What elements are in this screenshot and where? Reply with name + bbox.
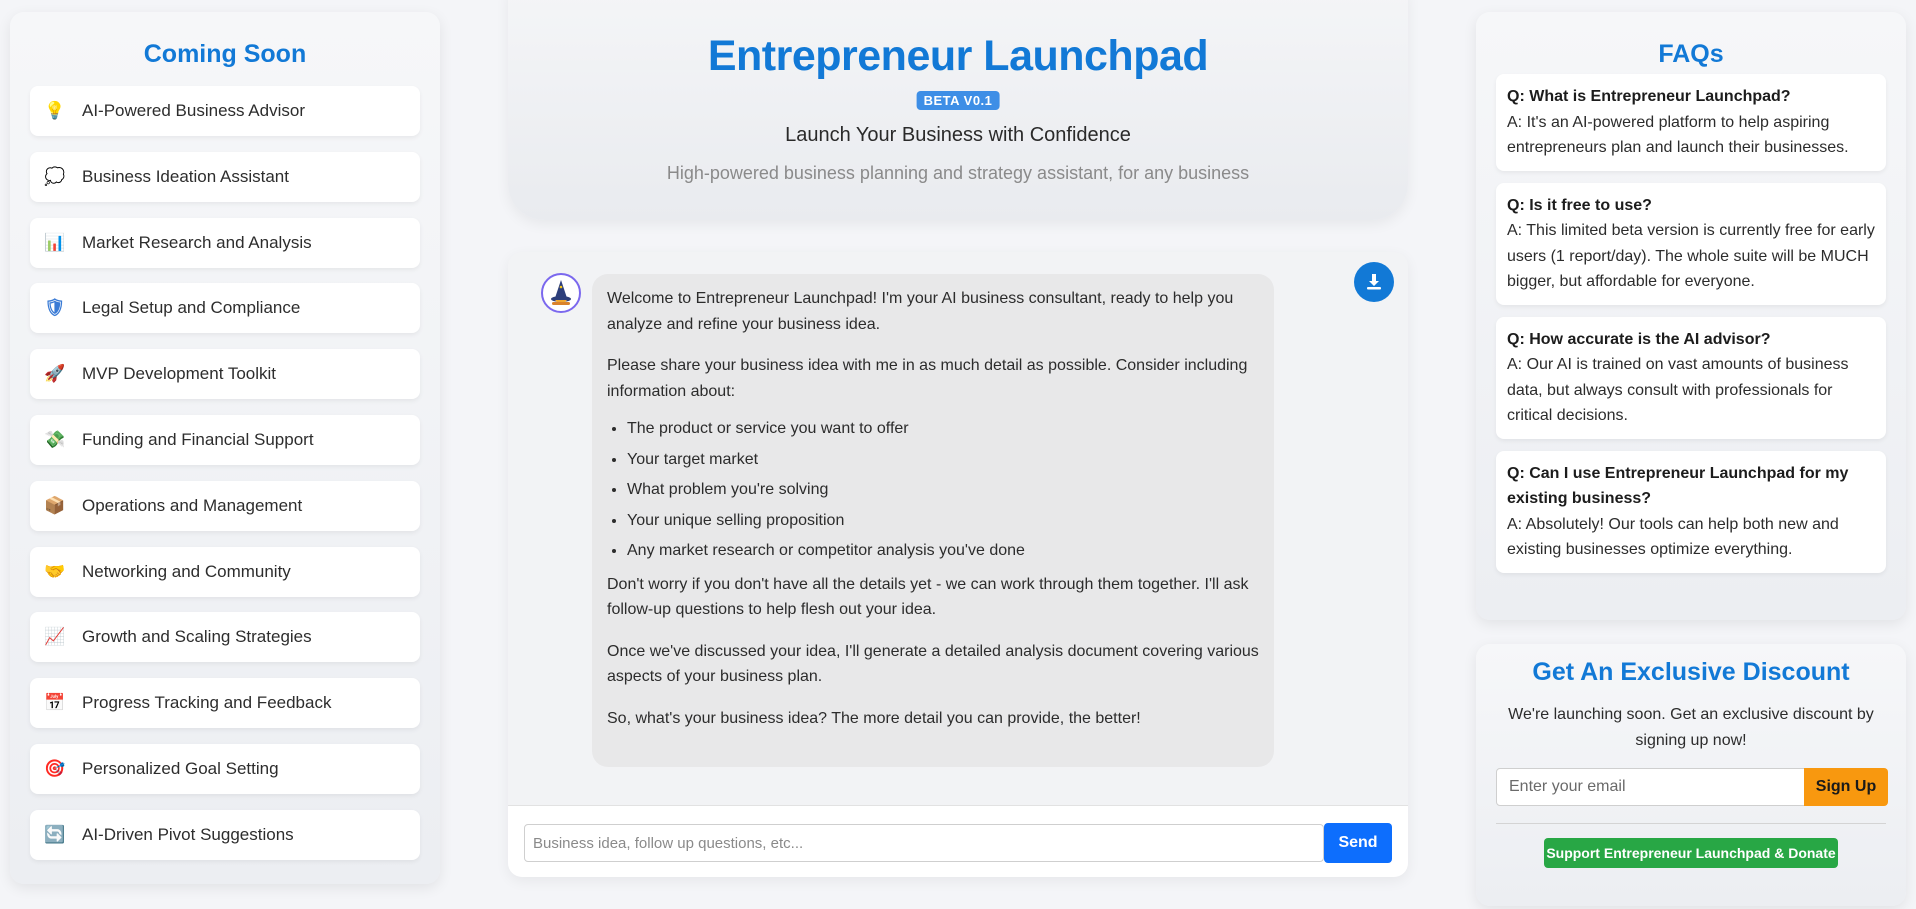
donate-button[interactable]: Support Entrepreneur Launchpad & Donate bbox=[1544, 838, 1838, 868]
page-title: Entrepreneur Launchpad bbox=[707, 32, 1209, 80]
sidebar-item-label: Operations and Management bbox=[82, 495, 303, 515]
faq-panel: FAQs Q: What is Entrepreneur Launchpad? … bbox=[1476, 12, 1906, 620]
money-icon: 💸 bbox=[44, 429, 66, 450]
lightbulb-icon: 💡 bbox=[44, 101, 66, 121]
faq-answer: A: It's an AI-powered platform to help a… bbox=[1507, 113, 1849, 157]
sidebar-item[interactable]: 🚀 MVP Development Toolkit bbox=[30, 349, 420, 400]
hero-subtitle: Launch Your Business with Confidence bbox=[785, 124, 1131, 146]
faq-title: FAQs bbox=[1658, 40, 1724, 68]
sidebar-item[interactable]: 💸 Funding and Financial Support bbox=[30, 414, 420, 465]
sidebar-item[interactable]: 📈 Growth and Scaling Strategies bbox=[30, 612, 420, 663]
shield-icon: 🛡 bbox=[44, 298, 66, 319]
faq-answer: A: This limited beta version is currentl… bbox=[1507, 222, 1875, 290]
handshake-icon: 🤝 bbox=[44, 561, 66, 582]
sidebar-item-label: AI-Powered Business Advisor bbox=[82, 101, 305, 120]
target-icon: 🎯 bbox=[44, 758, 66, 779]
faq-item: Q: How accurate is the AI advisor? A: Ou… bbox=[1496, 316, 1886, 439]
assistant-message: Welcome to Entrepreneur Launchpad! I'm y… bbox=[592, 274, 1274, 767]
refresh-icon: 🔄 bbox=[44, 824, 66, 845]
faq-answer: A: Absolutely! Our tools can help both n… bbox=[1507, 515, 1839, 559]
faq-question: Q: Can I use Entrepreneur Launchpad for … bbox=[1507, 464, 1849, 508]
message-paragraph: Please share your business idea with me … bbox=[607, 357, 1248, 400]
coming-soon-title: Coming Soon bbox=[143, 40, 307, 68]
sidebar-item[interactable]: 🎯 Personalized Goal Setting bbox=[30, 743, 420, 794]
sidebar-item-label: Growth and Scaling Strategies bbox=[82, 627, 312, 647]
download-button[interactable] bbox=[1354, 262, 1394, 302]
calendar-icon: 📅 bbox=[44, 693, 66, 714]
message-paragraph: Once we've discussed your idea, I'll gen… bbox=[607, 642, 1259, 686]
wizard-icon bbox=[551, 280, 571, 305]
list-item: What problem you're solving bbox=[627, 477, 1259, 503]
list-item: Any market research or competitor analys… bbox=[627, 538, 1259, 564]
package-icon: 📦 bbox=[44, 495, 66, 516]
bar-chart-icon: 📊 bbox=[44, 232, 66, 253]
beta-badge: BETA V0.1 bbox=[916, 91, 1000, 110]
faq-question: Q: What is Entrepreneur Launchpad? bbox=[1507, 88, 1791, 105]
list-item: Your unique selling proposition bbox=[627, 508, 1259, 534]
list-item: Your target market bbox=[627, 447, 1259, 473]
sidebar-item[interactable]: 💭 Business Ideation Assistant bbox=[30, 151, 420, 202]
chat-panel: Welcome to Entrepreneur Launchpad! I'm y… bbox=[508, 252, 1408, 877]
discount-text: We're launching soon. Get an exclusive d… bbox=[1508, 706, 1874, 749]
sidebar-item-label: Legal Setup and Compliance bbox=[82, 298, 301, 318]
email-input[interactable] bbox=[1496, 768, 1806, 806]
sidebar-item[interactable]: 📊 Market Research and Analysis bbox=[30, 217, 420, 268]
faq-item: Q: What is Entrepreneur Launchpad? A: It… bbox=[1496, 74, 1886, 171]
sidebar-item-label: MVP Development Toolkit bbox=[82, 364, 277, 384]
sidebar-item-label: Progress Tracking and Feedback bbox=[82, 693, 332, 713]
sidebar-item-label: Personalized Goal Setting bbox=[82, 758, 279, 778]
faq-answer: A: Our AI is trained on vast amounts of … bbox=[1507, 356, 1849, 424]
chat-input[interactable] bbox=[524, 824, 1324, 862]
sidebar-item[interactable]: 📅 Progress Tracking and Feedback bbox=[30, 678, 420, 729]
sidebar-item[interactable]: 🔄 AI-Driven Pivot Suggestions bbox=[30, 809, 420, 860]
sidebar-item-label: Market Research and Analysis bbox=[82, 232, 312, 252]
download-icon bbox=[1367, 274, 1381, 290]
send-button[interactable]: Send bbox=[1324, 823, 1392, 863]
hero-header: Entrepreneur Launchpad BETA V0.1 Launch … bbox=[508, 0, 1408, 220]
discount-panel: Get An Exclusive Discount We're launchin… bbox=[1476, 644, 1906, 906]
sidebar-item-label: Networking and Community bbox=[82, 561, 291, 581]
signup-button[interactable]: Sign Up bbox=[1804, 768, 1888, 806]
rocket-icon: 🚀 bbox=[44, 364, 66, 385]
faq-question: Q: How accurate is the AI advisor? bbox=[1507, 330, 1771, 348]
sidebar-item[interactable]: 🤝 Networking and Community bbox=[30, 546, 420, 597]
faq-question: Q: Is it free to use? bbox=[1507, 196, 1652, 214]
faq-list: Q: What is Entrepreneur Launchpad? A: It… bbox=[1496, 74, 1886, 585]
sidebar-item-label: AI-Driven Pivot Suggestions bbox=[82, 824, 294, 844]
feature-list: 💡 AI-Powered Business Advisor 💭 Business Id… bbox=[30, 86, 420, 876]
faq-item: Q: Can I use Entrepreneur Launchpad for … bbox=[1496, 450, 1886, 573]
faq-item: Q: Is it free to use? A: This limited be… bbox=[1496, 182, 1886, 305]
sidebar-item-label: Funding and Financial Support bbox=[82, 429, 314, 449]
sidebar-item[interactable]: 📦 Operations and Management bbox=[30, 480, 420, 531]
list-item: The product or service you want to offer bbox=[627, 416, 1259, 442]
trending-up-icon: 📈 bbox=[44, 627, 66, 648]
coming-soon-panel: Coming Soon 💡 AI-Powered Business Advisor… bbox=[10, 12, 440, 884]
hero-tagline: High-powered business planning and strat… bbox=[666, 163, 1250, 183]
message-bullet-list: The product or service you want to offer… bbox=[627, 416, 1259, 564]
assistant-avatar bbox=[541, 273, 581, 313]
sidebar-item-label: Business Ideation Assistant bbox=[82, 166, 289, 186]
discount-title: Get An Exclusive Discount bbox=[1532, 658, 1850, 686]
message-paragraph: Welcome to Entrepreneur Launchpad! I'm y… bbox=[607, 290, 1234, 333]
sidebar-item[interactable]: 💡 AI-Powered Business Advisor bbox=[30, 86, 420, 136]
message-paragraph: Don't worry if you don't have all the de… bbox=[607, 575, 1249, 619]
chat-input-bar: Send bbox=[508, 805, 1408, 877]
message-paragraph: So, what's your business idea? The more … bbox=[607, 709, 1141, 727]
divider bbox=[1496, 823, 1886, 824]
thought-bubble-icon: 💭 bbox=[44, 166, 66, 187]
sidebar-item[interactable]: 🛡 Legal Setup and Compliance bbox=[30, 283, 420, 334]
